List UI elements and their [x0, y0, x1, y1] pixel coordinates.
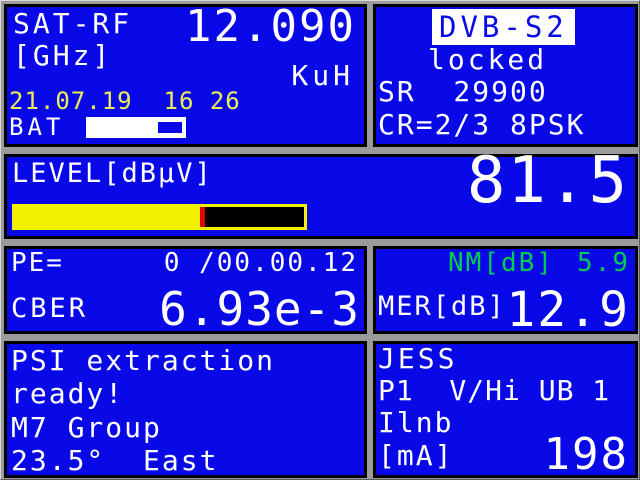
- lnb-current-unit: [mA]: [378, 439, 454, 472]
- mer-label: MER[dB]: [378, 290, 506, 322]
- level-label: LEVEL[dBµV]: [12, 158, 213, 189]
- meter-screen: SAT-RF [GHz] 12.090 KuH 21.07.19 16 26 B…: [0, 0, 640, 480]
- panel-sat-rf: SAT-RF [GHz] 12.090 KuH 21.07.19 16 26 B…: [4, 1, 367, 147]
- battery-level-marker: [158, 122, 182, 133]
- level-bargraph-remainder: [199, 207, 304, 227]
- psi-status-line: PSI extraction: [11, 344, 276, 377]
- cber-label: CBER: [11, 292, 89, 324]
- panel-level: LEVEL[dBµV] 81.5: [4, 146, 638, 239]
- panel-lnb: JESS P1 V/Hi UB 1 Ilnb [mA] 198: [373, 341, 638, 480]
- panel-packet-errors: PE= 0 /00.00.12 CBER 6.93e-3: [4, 246, 367, 334]
- psi-ready-line: ready!: [11, 377, 125, 410]
- lnb-protocol: JESS: [378, 342, 458, 375]
- lnb-current-value: 198: [543, 429, 629, 480]
- band-indicator: KuH: [291, 59, 354, 92]
- level-bargraph: [12, 204, 307, 230]
- noise-margin-label: NM[dB]: [448, 248, 554, 278]
- lock-status: locked: [428, 43, 548, 76]
- panel-signal-quality: NM[dB] 5.9 MER[dB] 12.9: [373, 246, 638, 339]
- pe-value: 0 /00.00.12: [163, 248, 358, 278]
- frequency-value: 12.090: [185, 1, 356, 52]
- panel-demodulator: DVB-S2 locked SR 29900 CR=2/3 8PSK: [373, 4, 638, 147]
- mer-value: 12.9: [506, 282, 630, 339]
- lnb-config: P1 V/Hi UB 1: [378, 374, 611, 407]
- provider-name: M7 Group: [11, 411, 162, 444]
- datetime-display: 21.07.19 16 26: [9, 87, 241, 115]
- lnb-current-label: Ilnb: [378, 406, 454, 439]
- noise-margin-value: 5.9: [577, 248, 630, 278]
- level-value: 81.5: [466, 144, 629, 218]
- sat-rf-unit-label: [GHz]: [13, 39, 113, 72]
- orbital-position: 23.5° East: [11, 444, 219, 477]
- pe-label: PE=: [11, 248, 64, 278]
- code-rate-value: CR=2/3 8PSK: [378, 108, 586, 141]
- sat-rf-label: SAT-RF: [13, 7, 133, 40]
- symbol-rate-value: SR 29900: [378, 75, 548, 108]
- panel-psi-info: PSI extraction ready! M7 Group 23.5° Eas…: [4, 341, 367, 478]
- battery-label: BAT: [9, 113, 65, 141]
- cber-value: 6.93e-3: [159, 282, 360, 337]
- standard-badge: DVB-S2: [432, 9, 575, 45]
- battery-gauge: [86, 117, 186, 138]
